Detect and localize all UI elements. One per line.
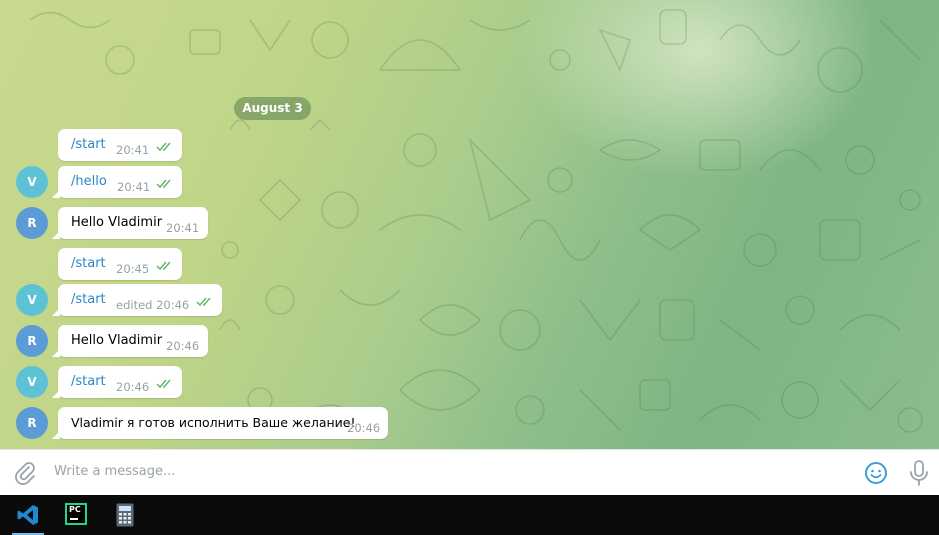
taskbar: PC — [0, 495, 939, 535]
message-time: 20:46 — [116, 380, 150, 394]
message-bubble[interactable]: /hello 20:41 — [52, 166, 182, 198]
chat-background: August 3 /start 20:41 /hello 20:41 V Hel… — [0, 0, 939, 449]
avatar[interactable]: V — [16, 366, 48, 398]
double-check-icon — [156, 261, 171, 271]
avatar[interactable]: R — [16, 207, 48, 239]
avatar[interactable]: V — [16, 166, 48, 198]
microphone-icon[interactable] — [909, 460, 929, 486]
bubble-tail — [52, 190, 60, 198]
message-text[interactable]: /start — [71, 374, 106, 389]
message-bubble[interactable]: Hello Vladimir 20:46 — [52, 325, 208, 357]
bubble-tail — [52, 308, 60, 316]
double-check-icon — [156, 179, 171, 189]
message-time: 20:45 — [116, 262, 150, 276]
message-text[interactable]: /start — [71, 137, 106, 152]
bubble-tail — [52, 390, 60, 398]
message-time: 20:41 — [117, 180, 151, 194]
message-time: edited 20:46 — [116, 298, 190, 312]
avatar[interactable]: R — [16, 325, 48, 357]
taskbar-app-pycharm[interactable]: PC — [52, 495, 100, 535]
pycharm-icon: PC — [65, 503, 87, 525]
message-time: 20:46 — [347, 421, 381, 435]
message-text[interactable]: /start — [71, 256, 106, 271]
message-input[interactable]: Write a message... — [54, 464, 175, 479]
double-check-icon — [196, 297, 211, 307]
avatar[interactable]: V — [16, 284, 48, 316]
message-text[interactable]: /hello — [71, 174, 107, 189]
message-text: Vladimir я готов исполнить Ваше желание! — [71, 415, 356, 430]
message-text: Hello Vladimir — [71, 333, 163, 348]
message-text[interactable]: /start — [71, 292, 106, 307]
vscode-icon — [17, 505, 38, 525]
message-time: 20:41 — [166, 221, 200, 235]
taskbar-app-vscode[interactable] — [4, 495, 52, 535]
calculator-icon — [116, 503, 134, 527]
double-check-icon — [156, 142, 171, 152]
message-time: 20:46 — [166, 339, 200, 353]
message-bubble[interactable]: Hello Vladimir 20:41 — [52, 207, 208, 239]
message-bubble[interactable]: /start edited 20:46 — [52, 284, 222, 316]
taskbar-app-calculator[interactable] — [100, 495, 148, 535]
message-time: 20:41 — [116, 143, 150, 157]
avatar[interactable]: R — [16, 407, 48, 439]
smiley-icon[interactable] — [864, 461, 888, 485]
bubble-tail — [52, 231, 60, 239]
double-check-icon — [156, 379, 171, 389]
paperclip-icon[interactable] — [14, 461, 36, 485]
message-bubble[interactable]: /start 20:45 — [58, 248, 182, 280]
message-bubble[interactable]: /start 20:46 — [52, 366, 182, 398]
date-separator: August 3 — [234, 97, 311, 120]
bubble-tail — [52, 349, 60, 357]
message-bubble[interactable]: /start 20:41 — [58, 129, 182, 161]
message-composer: Write a message... — [0, 449, 939, 495]
message-text: Hello Vladimir — [71, 215, 163, 230]
message-bubble[interactable]: Vladimir я готов исполнить Ваше желание!… — [52, 407, 388, 439]
bubble-tail — [52, 431, 60, 439]
pycharm-badge: PC — [69, 505, 81, 514]
